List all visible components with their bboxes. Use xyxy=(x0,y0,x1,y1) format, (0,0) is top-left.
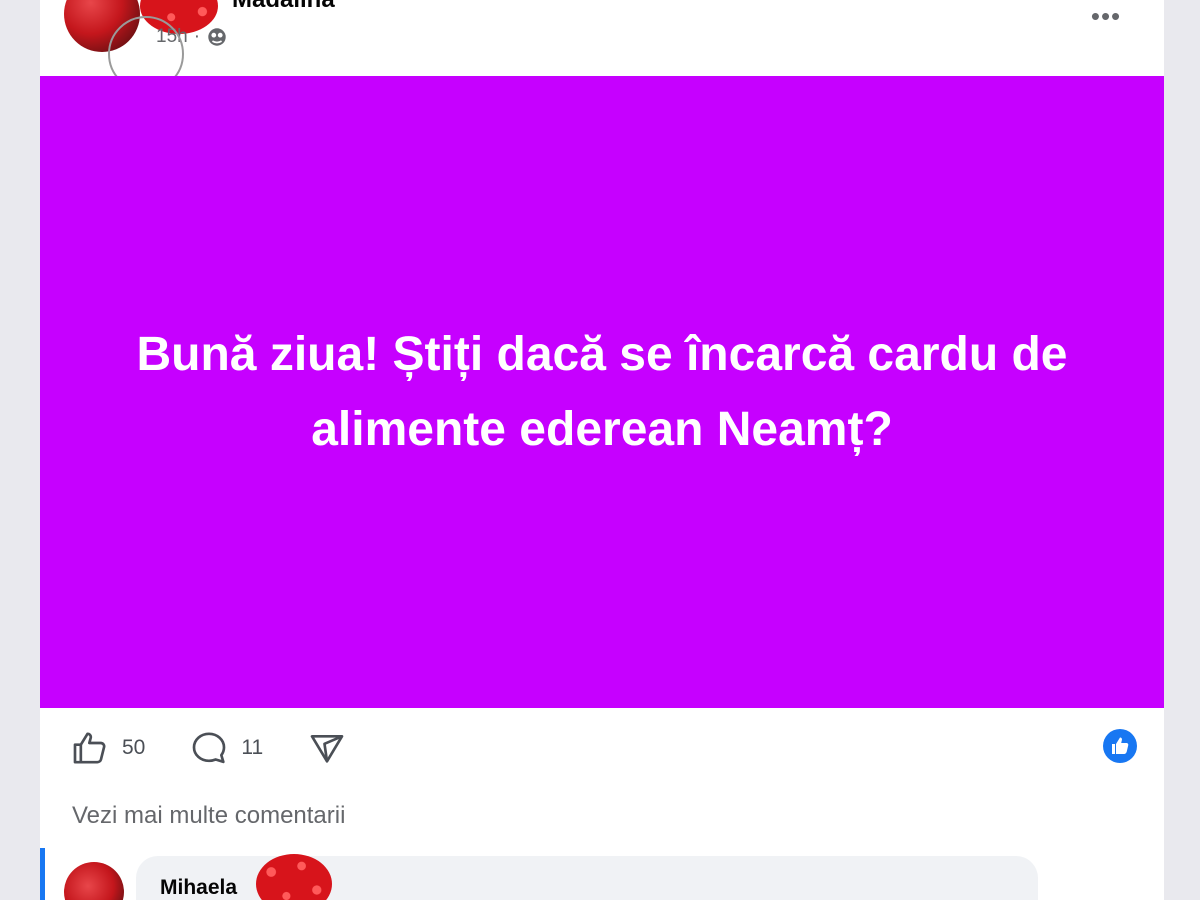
page: Madalina 15h · ••• Bună ziua! Știți dacă… xyxy=(0,0,1200,900)
meta-separator: · xyxy=(193,26,201,47)
share-button[interactable] xyxy=(307,728,347,768)
post-text-banner: Bună ziua! Știți dacă se încarcă cardu d… xyxy=(40,76,1164,708)
globe-icon xyxy=(208,28,226,46)
comment-bubble-icon xyxy=(193,732,226,764)
redaction-mark xyxy=(256,854,332,900)
more-options-button[interactable]: ••• xyxy=(1086,1,1126,31)
comment-highlight-bar xyxy=(40,848,45,900)
post-text: Bună ziua! Știți dacă se încarcă cardu d… xyxy=(136,328,1068,456)
comment-button[interactable]: 11 xyxy=(189,728,263,768)
comment-avatar[interactable] xyxy=(64,862,124,900)
share-icon xyxy=(310,735,344,763)
thumbs-up-icon xyxy=(73,732,106,764)
like-button[interactable]: 50 xyxy=(70,728,145,768)
comment-author-name[interactable]: Mihaela xyxy=(160,876,237,900)
right-background xyxy=(1164,0,1200,900)
post-card: Madalina 15h · ••• Bună ziua! Știți dacă… xyxy=(40,0,1164,900)
post-actions: 50 11 xyxy=(70,724,391,772)
like-count: 50 xyxy=(122,736,146,759)
like-reaction-icon[interactable] xyxy=(1102,728,1138,764)
left-background xyxy=(0,0,40,900)
post-author-name[interactable]: Madalina xyxy=(232,0,335,14)
view-more-comments-link[interactable]: Vezi mai multe comentarii xyxy=(72,802,345,830)
comment-bubble: Mihaela xyxy=(136,854,1038,900)
comment-count: 11 xyxy=(241,736,264,759)
